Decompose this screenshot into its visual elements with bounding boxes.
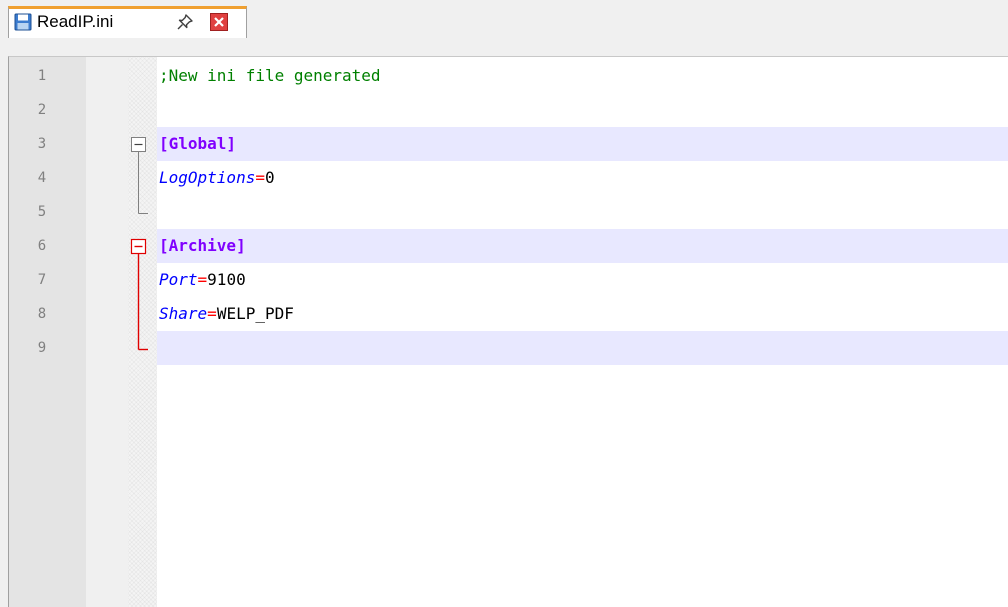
ini-value: WELP_PDF	[216, 304, 294, 323]
comment-text: ;New ini file generated	[159, 66, 381, 85]
section-header: [Archive]	[159, 236, 246, 255]
code-line: 7 Port=9100	[9, 263, 1008, 297]
line-content[interactable]: LogOptions=0	[157, 161, 1008, 195]
ini-equals: =	[197, 270, 208, 289]
code-line: 5	[9, 195, 1008, 229]
line-number: 3	[37, 136, 47, 152]
line-content[interactable]: ;New ini file generated	[157, 59, 1008, 93]
code-line: 8 Share=WELP_PDF	[9, 297, 1008, 331]
ini-value: 9100	[207, 270, 246, 289]
fold-collapse-global-icon[interactable]	[131, 137, 146, 152]
line-number: 4	[37, 170, 47, 186]
ini-equals: =	[255, 168, 265, 187]
line-number: 5	[37, 204, 47, 220]
ini-equals: =	[207, 304, 217, 323]
file-tab[interactable]: ReadIP.ini	[8, 6, 247, 38]
fold-tree-line-global	[138, 151, 148, 214]
line-number: 8	[37, 306, 47, 322]
code-line: 4 LogOptions=0	[9, 161, 1008, 195]
line-content[interactable]	[157, 93, 1008, 127]
code-line: 6 [Archive]	[9, 229, 1008, 263]
line-number: 7	[37, 272, 47, 288]
ini-key: Port	[159, 270, 198, 289]
ini-key: LogOptions	[159, 168, 256, 187]
code-editor[interactable]: 1 ;New ini file generated 2 3 [Global] 4…	[8, 56, 1008, 607]
ini-value: 0	[264, 168, 275, 187]
fold-tree-line-archive	[137, 253, 148, 351]
tab-bar: ReadIP.ini	[0, 0, 1008, 38]
line-number: 9	[37, 340, 47, 356]
line-content[interactable]: Port=9100	[157, 263, 1008, 297]
close-icon[interactable]	[209, 12, 229, 32]
code-line-current: 9	[9, 331, 1008, 365]
fold-collapse-archive-icon[interactable]	[130, 238, 147, 255]
editor-window: ReadIP.ini 1 ;New ini file generated 2 3…	[0, 0, 1008, 607]
code-line: 1 ;New ini file generated	[9, 59, 1008, 93]
line-number: 6	[37, 238, 47, 254]
floppy-disk-icon	[14, 13, 32, 31]
line-content[interactable]: [Archive]	[157, 229, 1008, 263]
line-content[interactable]	[157, 195, 1008, 229]
pin-icon[interactable]	[175, 12, 195, 32]
code-line: 2	[9, 93, 1008, 127]
ini-key: Share	[159, 304, 208, 323]
line-content[interactable]: [Global]	[157, 127, 1008, 161]
tab-filename: ReadIP.ini	[37, 12, 114, 31]
line-content[interactable]	[157, 331, 1008, 365]
code-line: 3 [Global]	[9, 127, 1008, 161]
line-number: 1	[37, 68, 47, 84]
section-header: [Global]	[159, 134, 237, 153]
line-content[interactable]: Share=WELP_PDF	[157, 297, 1008, 331]
line-number: 2	[37, 102, 47, 118]
fold-markers	[130, 137, 148, 351]
